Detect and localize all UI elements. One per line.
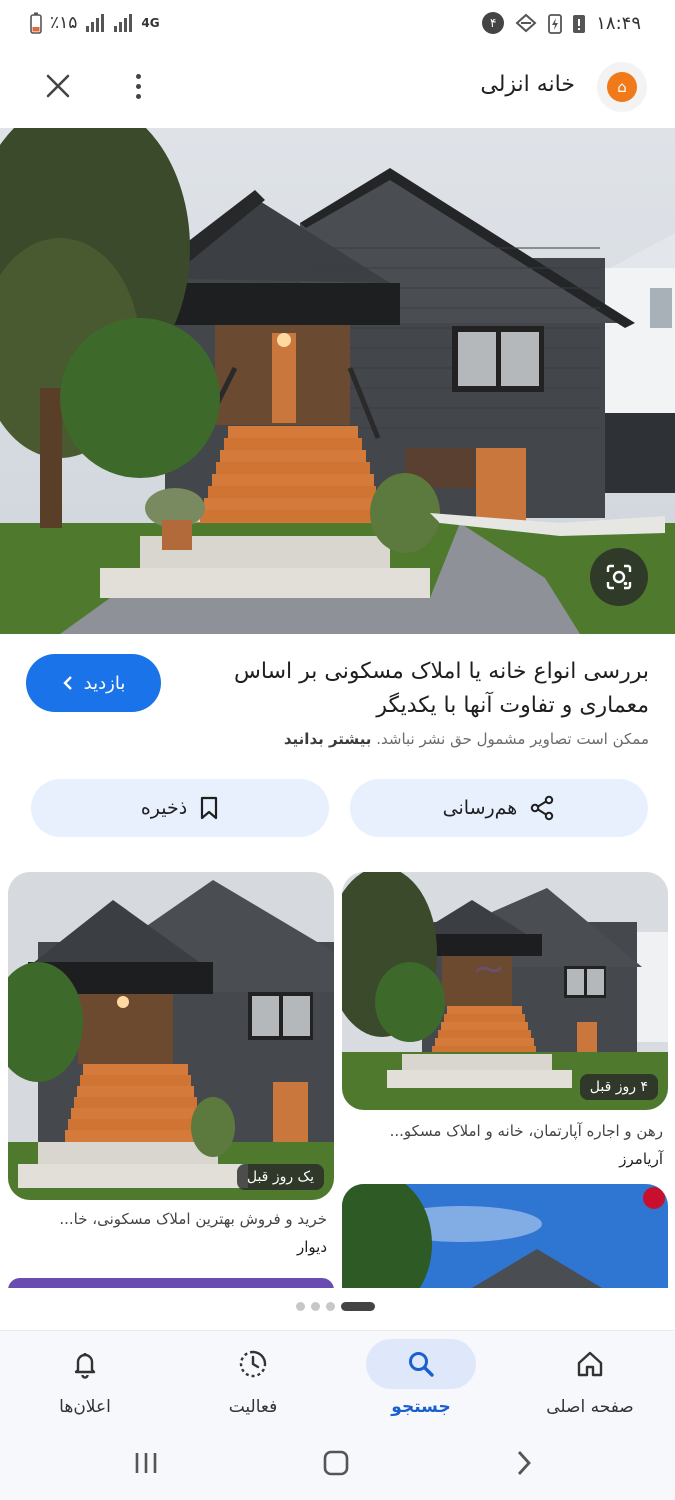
more-options-button[interactable] [124,68,152,104]
signal-icon [86,14,105,32]
learn-more-link[interactable]: بیشتر بدانید [284,730,372,748]
status-left: ٪۱۵ 4G [30,12,160,34]
close-icon [46,74,70,98]
share-button[interactable]: هم‌رسانی [350,779,648,837]
bookmark-icon [201,796,218,820]
status-right: ۴ ۱۸:۴۹ [482,12,641,34]
page-dot [311,1302,320,1311]
page-dot [326,1302,335,1311]
battery-icon [30,12,42,34]
dot [135,93,141,99]
clock: ۱۸:۴۹ [596,12,641,34]
search-icon [366,1339,476,1389]
bottom-navigation: صفحه اصلی جستجو فعالیت اعلان‌ها [0,1330,675,1430]
network-type: 4G [141,16,160,30]
nav-search[interactable]: جستجو [346,1331,496,1431]
share-label: هم‌رسانی [442,797,518,819]
related-image-card[interactable] [342,1184,668,1288]
share-icon [531,795,554,821]
main-image[interactable] [0,128,675,634]
back-button[interactable] [504,1446,544,1480]
recent-apps-icon [135,1453,157,1473]
save-button[interactable]: ذخیره [31,779,329,837]
related-title[interactable]: خرید و فروش بهترین املاک مسکونی، خا... [7,1210,327,1228]
house-thumbnail [8,872,334,1200]
status-bar: ٪۱۵ 4G ۴ ۱۸:۴۹ [0,0,675,50]
related-title[interactable]: رهن و اجاره آپارتمان، خانه و املاک مسکو.… [343,1122,663,1140]
notification-count-badge: ۴ [482,12,505,34]
house-icon: ⌂ [607,72,637,102]
alert-icon [573,15,586,33]
home-icon [550,1339,630,1389]
bell-icon [45,1339,125,1389]
home-button[interactable] [316,1446,356,1480]
google-lens-button[interactable] [590,548,648,606]
related-source[interactable]: دیوار [7,1238,327,1256]
nav-activity[interactable]: فعالیت [178,1331,328,1431]
result-title: بررسی انواع خانه یا املاک مسکونی بر اساس… [234,659,649,718]
activity-icon [213,1339,293,1389]
recent-apps-button[interactable] [126,1446,166,1480]
data-saver-icon [515,13,537,33]
battery-level: ٪۱۵ [50,13,78,33]
nav-notifications[interactable]: اعلان‌ها [10,1331,160,1431]
nav-home[interactable]: صفحه اصلی [515,1331,665,1431]
related-image-card[interactable]: ~ ۴ روز قبل [342,872,668,1110]
copyright-notice: ممکن است تصاویر مشمول حق نشر نباشد. بیشت… [209,730,649,748]
time-badge: ۴ روز قبل [579,1074,658,1100]
house-photo [0,128,675,634]
visit-button[interactable]: بازدید [26,654,161,712]
svg-text:~: ~ [472,946,506,992]
page-dot [296,1302,305,1311]
nav-home-label: صفحه اصلی [546,1397,634,1417]
site-logo[interactable]: ⌂ [597,62,647,112]
site-name[interactable]: خانه انزلی [480,72,575,97]
page-indicator [296,1302,375,1311]
nav-activity-label: فعالیت [228,1397,278,1417]
home-square-icon [323,1450,349,1476]
close-button[interactable] [40,68,76,104]
viewer-header: ⌂ خانه انزلی [0,50,675,125]
house-thumbnail [342,1184,668,1288]
chevron-right-icon [517,1451,531,1475]
nav-search-label: جستجو [391,1397,451,1417]
page-dot-active [341,1302,375,1311]
dot [135,73,141,79]
related-image-card[interactable]: یک روز قبل [8,872,334,1200]
visit-label: بازدید [83,672,126,694]
save-label: ذخیره [140,797,188,819]
copyright-text: ممکن است تصاویر مشمول حق نشر نباشد. [376,730,649,748]
signal-icon-2 [114,14,133,32]
lens-icon [606,564,632,590]
time-badge: یک روز قبل [236,1164,324,1190]
dot [135,83,141,89]
related-source[interactable]: آریامرز [343,1150,663,1168]
battery-charging-icon [548,14,563,34]
system-navigation-bar [0,1430,675,1500]
nav-notifications-label: اعلان‌ها [59,1397,111,1417]
chevron-left-icon [62,676,72,690]
